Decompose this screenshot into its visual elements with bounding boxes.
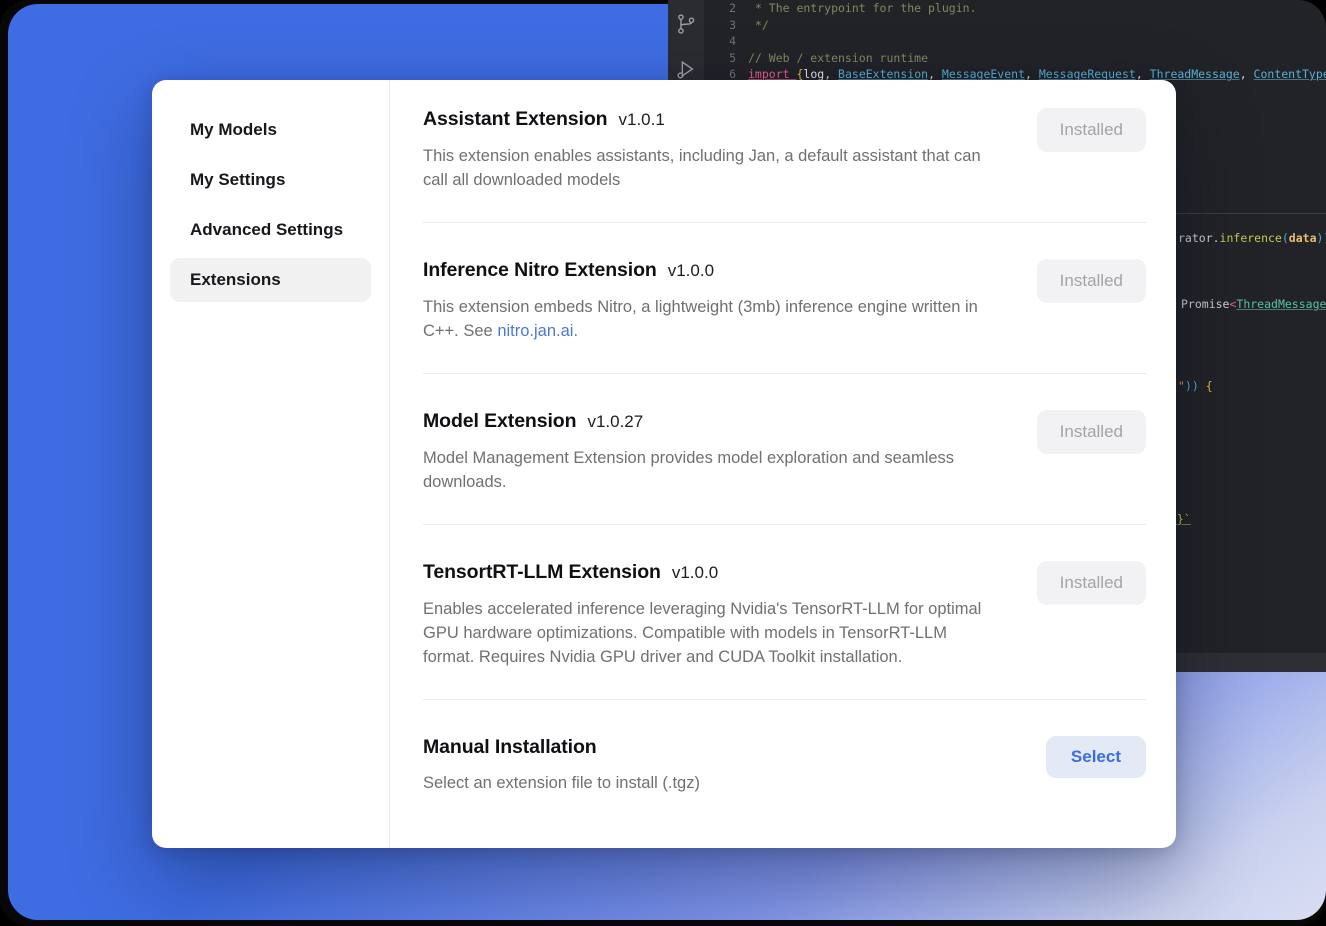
extension-row-inference-nitro: Inference Nitro Extension v1.0.0 This ex… [423, 222, 1146, 373]
extension-title: Inference Nitro Extension [423, 259, 657, 282]
extension-description: Model Management Extension provides mode… [423, 446, 1001, 494]
editor-gutter: 23456 [704, 0, 748, 83]
installed-button: Installed [1037, 561, 1146, 605]
extension-description: Select an extension file to install (.tg… [423, 771, 700, 795]
run-debug-icon[interactable] [675, 58, 697, 80]
extension-title: Manual Installation [423, 736, 597, 759]
nitro-jan-ai-link[interactable]: nitro.jan.ai. [497, 322, 578, 340]
source-control-icon[interactable] [675, 13, 697, 35]
select-button[interactable]: Select [1046, 736, 1146, 778]
line-number: 4 [704, 33, 736, 50]
installed-button: Installed [1037, 259, 1146, 303]
extension-description: This extension enables assistants, inclu… [423, 144, 1001, 192]
sidebar-item-extensions[interactable]: Extensions [170, 258, 371, 302]
settings-sidebar: My Models My Settings Advanced Settings … [152, 80, 390, 848]
extensions-list: Assistant Extension v1.0.1 This extensio… [390, 80, 1176, 848]
line-number: 2 [704, 0, 736, 17]
extension-title: Model Extension [423, 410, 576, 433]
extension-row-manual-installation: Manual Installation Select an extension … [423, 699, 1146, 825]
code-fragment: ")) { [1178, 378, 1213, 395]
sidebar-item-my-settings[interactable]: My Settings [170, 158, 371, 202]
code-fragment: Promise<ThreadMessage> [1181, 296, 1326, 313]
extension-title: TensortRT-LLM Extension [423, 561, 661, 584]
settings-modal: My Models My Settings Advanced Settings … [152, 80, 1176, 848]
extension-description: This extension embeds Nitro, a lightweig… [423, 295, 1001, 343]
code-fragment: rator.inference(data)); [1178, 230, 1326, 247]
extension-title: Assistant Extension [423, 108, 607, 131]
screenshot-canvas: 23456 * The entrypoint for the plugin. *… [0, 0, 1326, 926]
line-number: 3 [704, 17, 736, 34]
extension-row-assistant: Assistant Extension v1.0.1 This extensio… [423, 108, 1146, 222]
sidebar-item-advanced-settings[interactable]: Advanced Settings [170, 208, 371, 252]
installed-button: Installed [1037, 410, 1146, 454]
line-number: 5 [704, 50, 736, 67]
code-line [748, 33, 1326, 50]
code-line: */ [748, 17, 1326, 34]
extension-row-model: Model Extension v1.0.27 Model Management… [423, 373, 1146, 524]
installed-button: Installed [1037, 108, 1146, 152]
extension-version: v1.0.0 [668, 261, 714, 281]
editor-code-lines: * The entrypoint for the plugin. */ // We… [748, 0, 1326, 83]
extension-version: v1.0.0 [672, 563, 718, 583]
code-line: * The entrypoint for the plugin. [748, 0, 1326, 17]
sidebar-item-my-models[interactable]: My Models [170, 108, 371, 152]
extension-row-tensorrt-llm: TensortRT-LLM Extension v1.0.0 Enables a… [423, 524, 1146, 699]
extension-version: v1.0.1 [618, 110, 664, 130]
extension-description: Enables accelerated inference leveraging… [423, 597, 1001, 669]
code-line: // Web / extension runtime [748, 50, 1326, 67]
extension-version: v1.0.27 [587, 412, 643, 432]
